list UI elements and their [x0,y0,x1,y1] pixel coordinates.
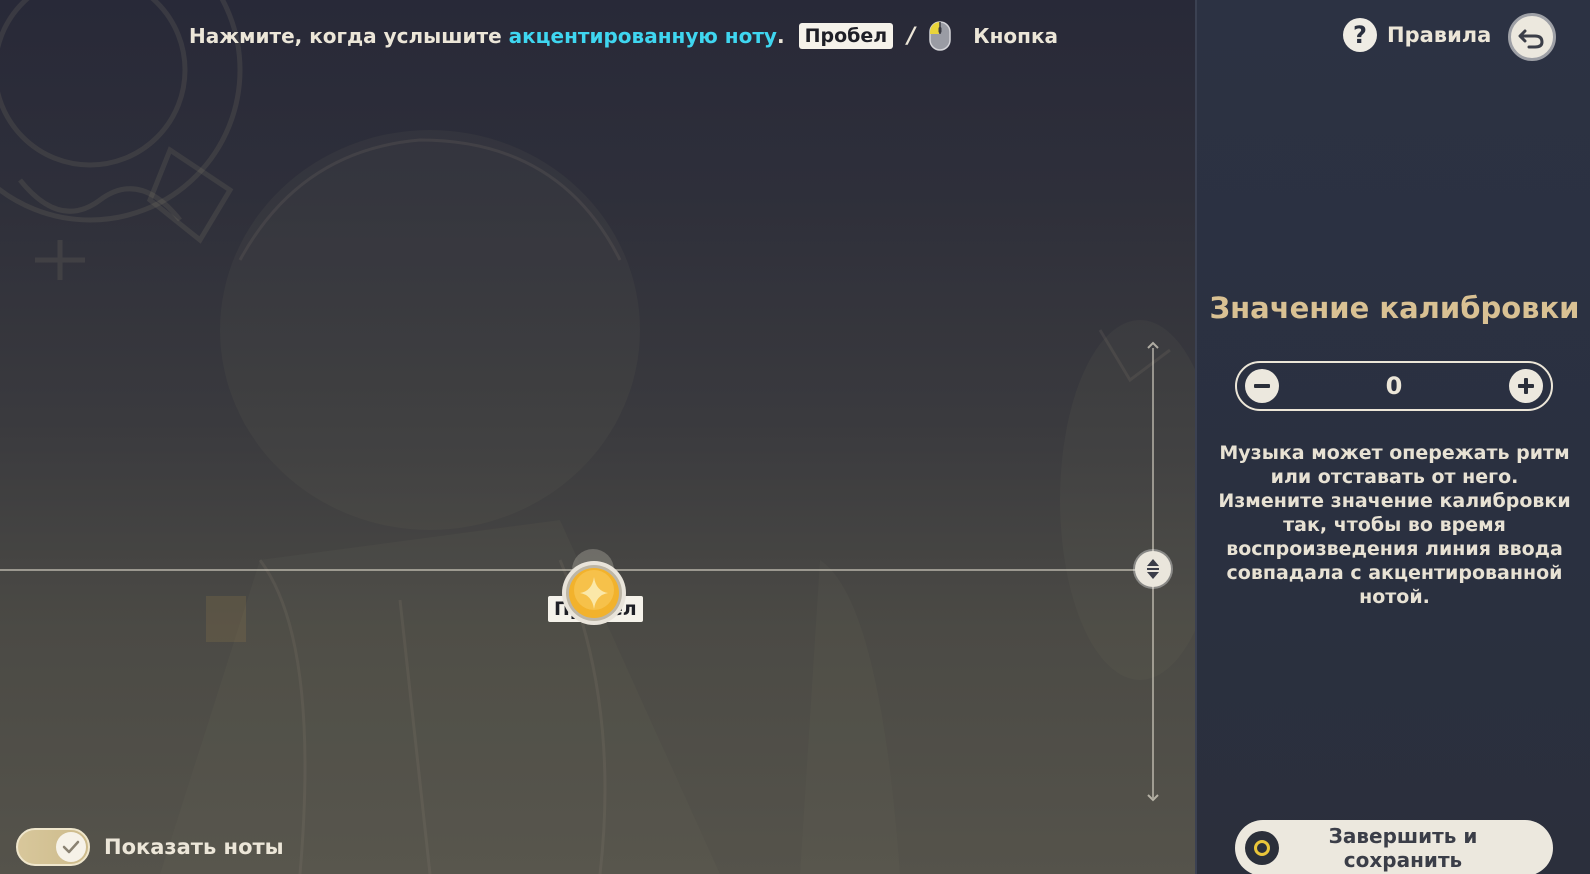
minus-icon [1254,384,1270,388]
show-notes-toggle[interactable] [16,828,90,866]
show-notes-control: Показать ноты [16,828,284,866]
finish-and-save-label: Завершить и сохранить [1328,824,1478,872]
show-notes-label: Показать ноты [104,835,284,859]
instruction-separator: / [907,23,916,49]
question-mark-icon: ? [1343,18,1377,52]
confirm-key-icon [1245,831,1279,865]
calibration-stepper: 0 [1235,361,1553,411]
finish-and-save-button[interactable]: Завершить и сохранить [1235,820,1553,874]
slider-top-chevron-icon [1147,341,1159,349]
rules-label: Правила [1387,23,1492,47]
instruction-highlight: акцентированную ноту [508,24,777,48]
calibration-panel: ? Правила Значение калибровки 0 Музыка м… [1195,0,1590,874]
mouse-left-click-icon [929,21,951,51]
rules-button[interactable]: ? Правила [1343,18,1491,52]
drag-arrows-icon [1147,559,1159,579]
background-artwork [0,0,1195,874]
slider-bottom-chevron-icon [1147,794,1159,802]
plus-icon [1517,378,1534,394]
calibration-value: 0 [1385,372,1403,400]
calibration-description: Музыка может опережать ритм или отстават… [1218,442,1571,608]
back-button[interactable] [1508,13,1556,61]
space-key-chip: Пробел [798,23,894,49]
toggle-knob [56,832,86,862]
instruction-prefix: Нажмите, когда услышите [189,24,502,48]
decrease-button[interactable] [1245,369,1279,403]
checkmark-icon [62,840,80,854]
mouse-button-label: Кнопка [973,24,1059,48]
star-note-icon [562,561,626,625]
instruction-bar: Нажмите, когда услышите акцентированную … [189,20,1058,52]
calibration-screen: Нажмите, когда услышите акцентированную … [0,0,1590,874]
instruction-suffix: . [776,24,785,48]
input-line-drag-handle[interactable] [1135,551,1171,587]
return-arrow-icon [1518,29,1544,49]
calibration-title: Значение калибровки [1209,291,1580,325]
increase-button[interactable] [1508,369,1543,403]
rhythm-stage: Нажмите, когда услышите акцентированную … [0,0,1195,874]
